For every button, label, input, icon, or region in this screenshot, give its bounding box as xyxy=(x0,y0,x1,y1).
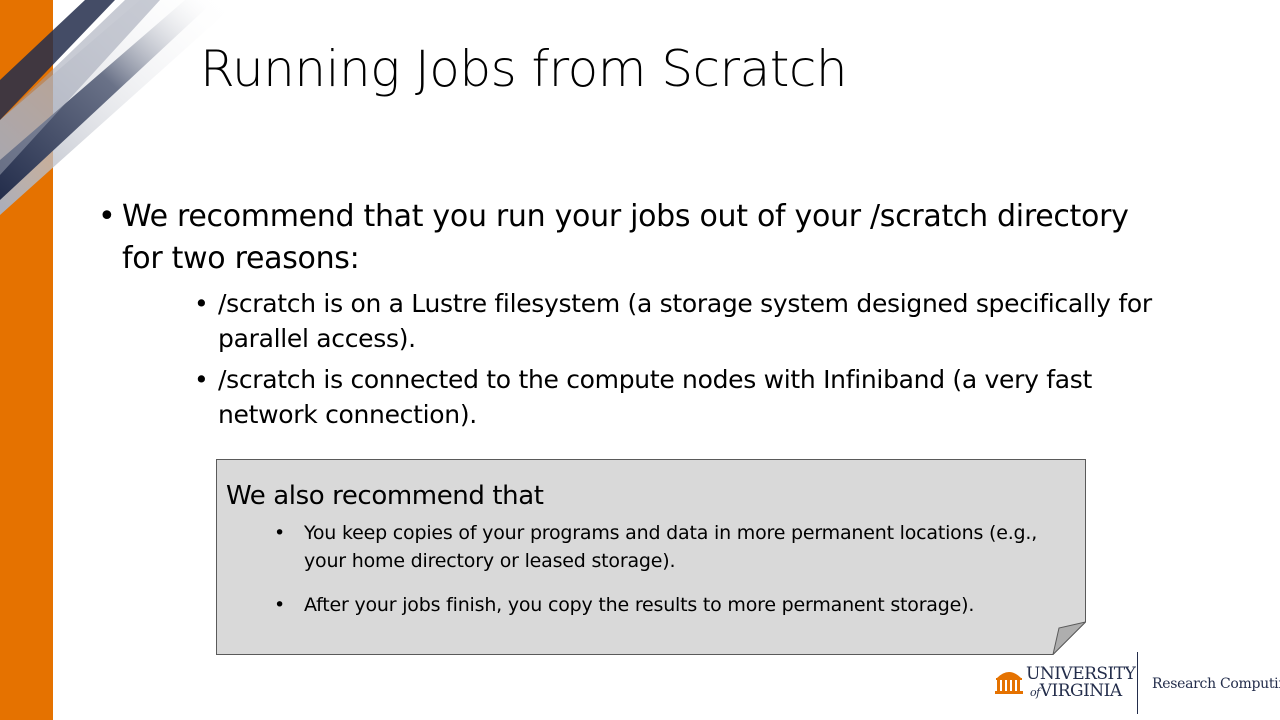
bullet-list: • We recommend that you run your jobs ou… xyxy=(98,196,1178,432)
main-bullet-text: We recommend that you run your jobs out … xyxy=(122,199,1129,276)
of-text: of xyxy=(1030,686,1040,699)
sub-bullet-text: /scratch is connected to the compute nod… xyxy=(218,365,1092,429)
virginia-line: ofVIRGINIA xyxy=(1026,683,1135,701)
sub-bullet-text: /scratch is on a Lustre filesystem (a st… xyxy=(218,289,1152,353)
department-name: Research Computing xyxy=(1152,676,1280,692)
main-bullet: • We recommend that you run your jobs ou… xyxy=(98,196,1178,280)
university-wordmark: UNIVERSITY ofVIRGINIA xyxy=(1026,666,1136,701)
note-item: • You keep copies of your programs and d… xyxy=(274,519,1064,575)
logo-divider xyxy=(1137,652,1138,714)
virginia-text: VIRGINIA xyxy=(1039,681,1122,701)
note-list: • You keep copies of your programs and d… xyxy=(274,519,1064,619)
bullet-marker: • xyxy=(194,289,209,318)
note-item-text: You keep copies of your programs and dat… xyxy=(304,522,1038,572)
note-heading: We also recommend that xyxy=(226,481,544,511)
bullet-marker: • xyxy=(98,199,116,234)
recommendation-note-box: We also recommend that • You keep copies… xyxy=(216,459,1086,655)
note-item-text: After your jobs finish, you copy the res… xyxy=(304,594,975,616)
sub-bullet: • /scratch is connected to the compute n… xyxy=(194,362,1158,432)
bullet-marker: • xyxy=(274,594,286,616)
note-item: • After your jobs finish, you copy the r… xyxy=(274,591,1064,619)
sub-bullet: • /scratch is on a Lustre filesystem (a … xyxy=(194,286,1158,356)
bullet-marker: • xyxy=(274,522,286,544)
bullet-marker: • xyxy=(194,365,209,394)
rotunda-icon xyxy=(995,672,1023,694)
uva-research-computing-logo: UNIVERSITY ofVIRGINIA Research Computing xyxy=(994,652,1280,720)
slide-title: Running Jobs from Scratch xyxy=(200,40,848,98)
